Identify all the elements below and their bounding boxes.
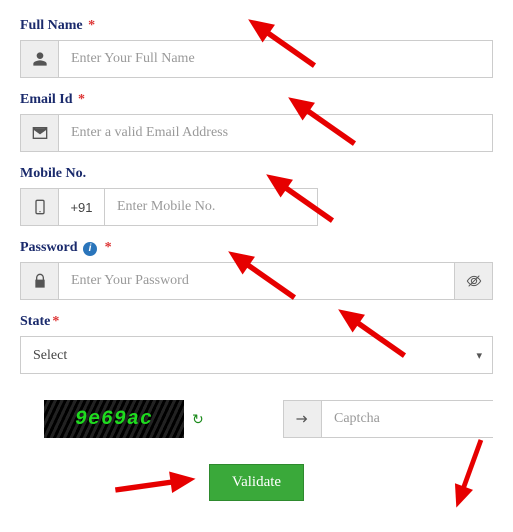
state-select-wrap: Select — [20, 336, 493, 374]
phone-icon — [21, 189, 59, 225]
mobile-input[interactable] — [105, 189, 317, 225]
captcha-row: 9e69ac ↻ — [20, 400, 493, 438]
password-group — [20, 262, 493, 300]
lock-icon — [21, 263, 59, 299]
email-group — [20, 114, 493, 152]
captcha-group — [283, 400, 493, 438]
state-select[interactable]: Select — [33, 348, 480, 363]
state-label: State* — [20, 314, 493, 330]
eye-icon[interactable] — [454, 263, 492, 299]
password-input[interactable] — [59, 263, 454, 299]
country-code: +91 — [59, 189, 105, 225]
email-input[interactable] — [59, 115, 492, 151]
mobile-group: +91 — [20, 188, 318, 226]
hand-icon — [284, 401, 322, 437]
email-label: Email Id * — [20, 92, 493, 108]
fullname-input[interactable] — [59, 41, 492, 77]
envelope-icon — [21, 115, 59, 151]
info-icon[interactable]: i — [83, 242, 97, 256]
captcha-input[interactable] — [322, 401, 513, 437]
fullname-label: Full Name * — [20, 18, 493, 34]
fullname-group — [20, 40, 493, 78]
refresh-icon[interactable]: ↻ — [192, 411, 204, 428]
user-icon — [21, 41, 59, 77]
captcha-image: 9e69ac — [44, 400, 184, 438]
validate-button[interactable]: Validate — [209, 464, 304, 501]
mobile-label: Mobile No. — [20, 166, 493, 182]
password-label: Password i * — [20, 240, 493, 256]
